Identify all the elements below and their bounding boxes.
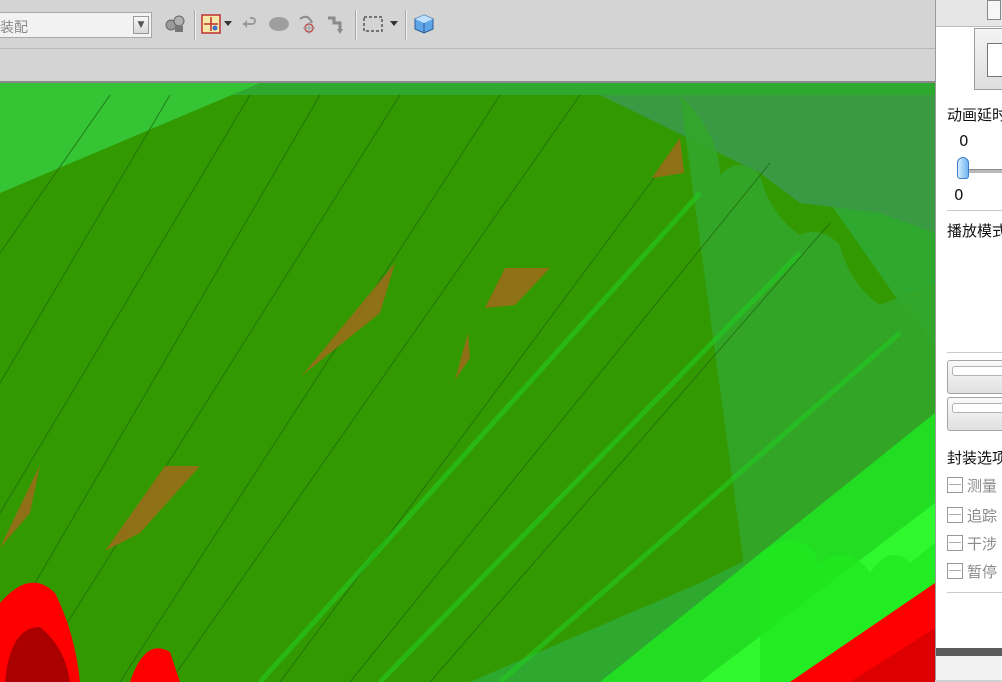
checkbox[interactable] [947,477,963,493]
option-pause[interactable]: 暂停 [947,560,997,582]
assembly-combo[interactable]: 装配 ▼ [0,12,152,38]
toolbar-separator [194,10,195,40]
panel-divider [947,210,1002,211]
checkbox[interactable] [947,507,963,523]
checkbox[interactable] [947,563,963,579]
play-control-button[interactable] [947,397,1002,431]
option-label: 测量 [967,476,998,495]
button-bevel [952,403,1002,413]
option-label: 干涉 [967,534,998,553]
list-icon [987,43,1002,77]
option-label: 追踪 [967,506,998,525]
play-control-button[interactable] [947,360,1002,394]
undo-icon[interactable] [239,12,259,36]
panel-footer [936,656,1002,680]
assembly-combo-value: 装配 [0,20,28,36]
slider-min-value: 0 [954,186,964,204]
marquee-icon[interactable] [360,12,386,36]
toolbar-separator [355,10,356,40]
select-box-icon[interactable] [199,12,223,36]
option-interference[interactable]: 干涉 [947,532,997,554]
main-toolbar: 装配 ▼ [0,0,935,49]
slider-value: 0 [959,132,969,150]
panel-bottom-bar [936,648,1002,656]
checkbox[interactable] [947,535,963,551]
pivot-icon[interactable] [295,12,319,36]
option-trace[interactable]: 追踪 [947,504,997,526]
dropdown-arrow-icon[interactable] [223,12,233,36]
shape-icon[interactable] [266,12,292,36]
animation-panel: 动画延时 0 0 播放模式 封装选项 测量 追踪 干涉 暂停 [935,0,1002,680]
panel-divider [947,352,1002,353]
option-measure[interactable]: 测量 [947,474,997,496]
panel-header [936,0,1002,27]
toolbar-separator [405,10,406,40]
dropdown-arrow-icon[interactable] [389,12,399,36]
measure-icon[interactable] [162,12,188,36]
package-options-label: 封装选项 [947,449,1002,467]
step-icon[interactable] [324,12,348,36]
panel-header-button[interactable] [987,0,1001,20]
3d-viewport[interactable] [0,81,935,682]
delay-slider-thumb[interactable] [957,157,969,179]
option-label: 暂停 [967,562,998,581]
panel-mode-button[interactable] [974,28,1002,90]
secondary-toolbar [0,49,935,82]
animation-delay-label: 动画延时 [947,106,1002,124]
3d-box-icon[interactable] [411,12,437,36]
panel-divider [947,592,1002,593]
chevron-down-icon[interactable]: ▼ [133,16,149,34]
play-mode-label: 播放模式 [947,222,1002,240]
button-bevel [952,366,1002,376]
